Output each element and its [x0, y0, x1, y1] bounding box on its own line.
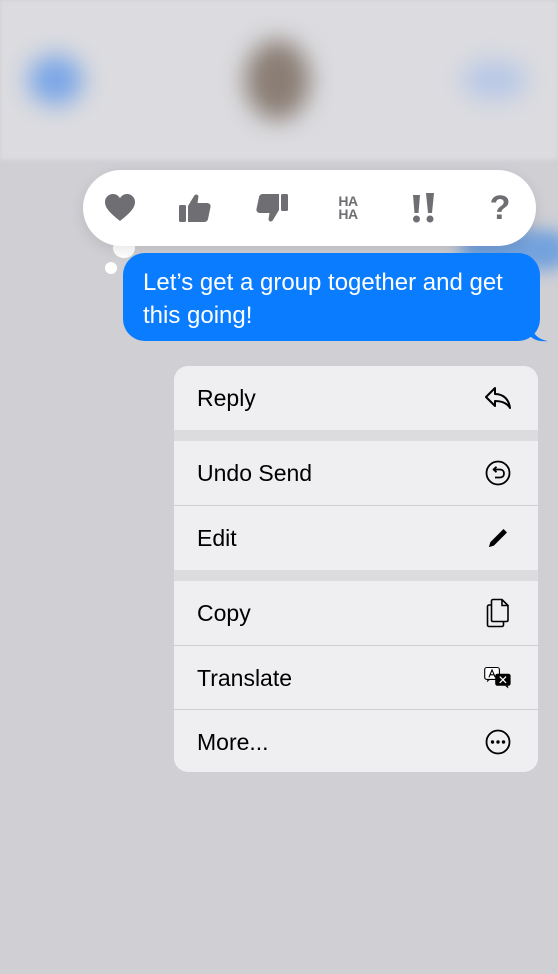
undo-circle-icon [484, 459, 512, 487]
menu-item-more[interactable]: More... [174, 710, 538, 772]
menu-group-separator [174, 570, 538, 581]
blurred-contact-avatar [245, 40, 310, 120]
blurred-facetime-button [462, 60, 527, 100]
reply-arrow-icon [484, 384, 512, 412]
blurred-back-button [28, 55, 83, 105]
thumbs-up-icon[interactable] [175, 188, 215, 228]
menu-label-more: More... [197, 728, 269, 755]
menu-item-reply[interactable]: Reply [174, 366, 538, 430]
double-exclamation-icon[interactable] [404, 188, 444, 228]
tapback-tail-dot [105, 262, 117, 274]
pencil-icon [484, 524, 512, 552]
menu-label-undo-send: Undo Send [197, 459, 313, 486]
translate-icon [484, 664, 512, 692]
copy-icon [484, 598, 512, 628]
menu-label-copy: Copy [197, 599, 251, 626]
haha-line2: HA [338, 206, 358, 222]
haha-icon[interactable]: HA HA [328, 188, 368, 228]
menu-item-edit[interactable]: Edit [174, 506, 538, 570]
tapback-bar: HA HA ? [83, 170, 536, 246]
ellipsis-circle-icon [484, 728, 512, 756]
menu-item-translate[interactable]: Translate [174, 646, 538, 710]
menu-label-translate: Translate [197, 664, 293, 691]
context-menu: Reply Undo Send Edit Copy Translate More… [174, 366, 538, 772]
thumbs-down-icon[interactable] [252, 188, 292, 228]
heart-icon[interactable] [100, 188, 140, 228]
menu-label-edit: Edit [197, 524, 237, 551]
menu-item-undo-send[interactable]: Undo Send [174, 441, 538, 505]
message-bubble[interactable]: Let’s get a group together and get this … [123, 253, 540, 341]
menu-item-copy[interactable]: Copy [174, 581, 538, 645]
menu-group-separator [174, 430, 538, 441]
question-icon[interactable]: ? [480, 188, 520, 228]
bubble-tail [530, 322, 548, 342]
message-text: Let’s get a group together and get this … [143, 269, 503, 329]
menu-label-reply: Reply [197, 384, 256, 411]
